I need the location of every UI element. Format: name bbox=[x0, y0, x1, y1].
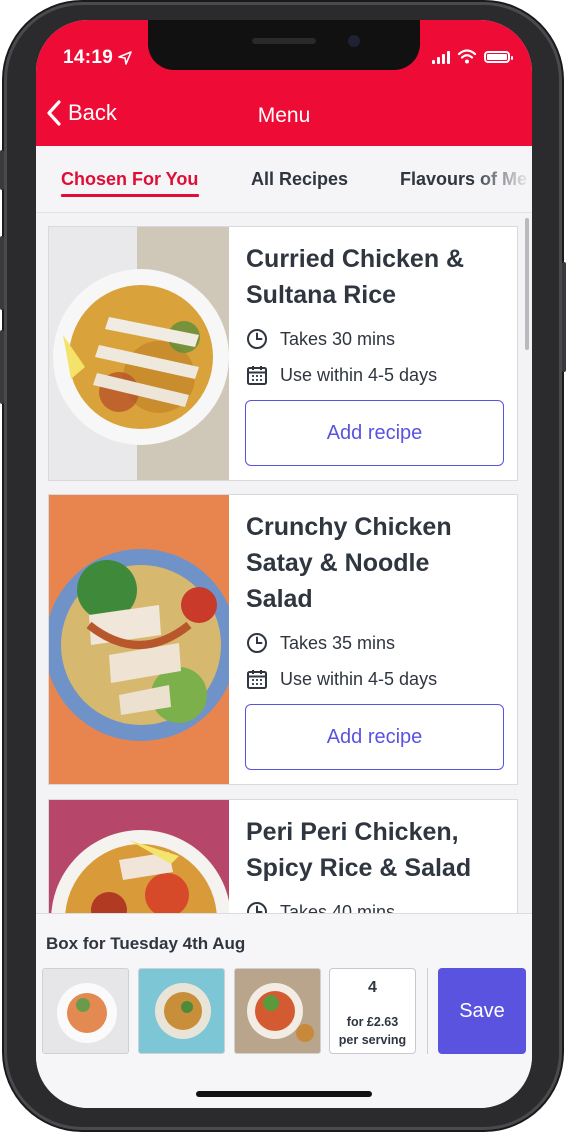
box-recipe-thumbnail[interactable] bbox=[234, 968, 321, 1054]
active-tab-indicator bbox=[61, 194, 199, 197]
cook-time: Takes 30 mins bbox=[246, 328, 395, 350]
category-tabs: Chosen For You All Recipes Flavours of M… bbox=[36, 146, 532, 213]
add-recipe-button[interactable]: Add recipe bbox=[245, 704, 504, 770]
cook-time: Takes 35 mins bbox=[246, 632, 395, 654]
cellular-signal-icon bbox=[432, 50, 450, 64]
use-within: Use within 4-5 days bbox=[246, 364, 437, 386]
recipe-title: Peri Peri Chicken, Spicy Rice & Salad bbox=[246, 818, 472, 882]
recipe-title: Curried Chicken & Sultana Rice bbox=[246, 245, 465, 309]
wifi-icon bbox=[457, 49, 477, 64]
servings-count: 4 bbox=[368, 979, 377, 996]
servings-price-box[interactable]: 4 for £2.63 per serving bbox=[329, 968, 416, 1054]
scrollbar[interactable] bbox=[525, 218, 529, 350]
recipe-card[interactable]: Crunchy Chicken Satay & Noodle Salad Tak… bbox=[48, 494, 518, 785]
volume-up-button bbox=[0, 236, 4, 310]
price-per-serving: for £2.63 per serving bbox=[338, 1015, 407, 1047]
tab-all-recipes[interactable]: All Recipes bbox=[251, 169, 348, 190]
phone-notch bbox=[148, 20, 420, 70]
box-recipe-thumbnail[interactable] bbox=[42, 968, 129, 1054]
use-within: Use within 4-5 days bbox=[246, 668, 437, 690]
divider bbox=[427, 968, 428, 1054]
location-arrow-icon bbox=[118, 51, 132, 65]
clock-icon bbox=[247, 633, 267, 653]
box-recipe-thumbnail[interactable] bbox=[138, 968, 225, 1054]
mute-switch bbox=[0, 150, 4, 190]
recipe-card[interactable]: Curried Chicken & Sultana Rice Takes 30 … bbox=[48, 226, 518, 481]
status-time: 14:19 bbox=[63, 47, 114, 68]
home-indicator[interactable] bbox=[196, 1091, 372, 1097]
recipe-title: Crunchy Chicken Satay & Noodle Salad bbox=[246, 513, 452, 613]
calendar-icon bbox=[247, 670, 267, 689]
add-recipe-button[interactable]: Add recipe bbox=[245, 400, 504, 466]
page-title: Menu bbox=[257, 104, 311, 127]
status-icons bbox=[432, 49, 513, 64]
battery-icon bbox=[484, 50, 513, 63]
volume-down-button bbox=[0, 330, 4, 404]
save-button[interactable]: Save bbox=[438, 968, 526, 1054]
app-screen: 14:19 Back Menu Chosen For You All Recip bbox=[36, 20, 532, 1108]
box-summary-bar: Box for Tuesday 4th Aug 4 for £2.63 per … bbox=[36, 913, 532, 1108]
recipe-photo bbox=[49, 227, 229, 480]
calendar-icon bbox=[247, 366, 267, 385]
recipe-photo bbox=[49, 495, 229, 784]
power-button bbox=[562, 262, 566, 372]
clock-icon bbox=[247, 329, 267, 349]
tab-chosen-for-you[interactable]: Chosen For You bbox=[61, 169, 198, 190]
box-title: Box for Tuesday 4th Aug bbox=[46, 934, 246, 953]
